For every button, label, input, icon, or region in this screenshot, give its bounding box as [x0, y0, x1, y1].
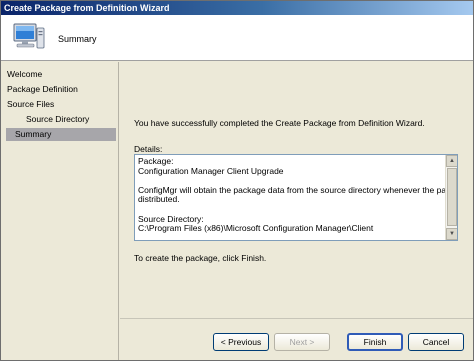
details-label: Details:	[134, 144, 163, 154]
finish-instruction: To create the package, click Finish.	[134, 253, 267, 263]
completion-message: You have successfully completed the Crea…	[134, 118, 425, 128]
title-bar[interactable]: Create Package from Definition Wizard	[1, 1, 473, 15]
wizard-step-nav: Welcome Package Definition Source Files …	[1, 62, 119, 360]
details-textbox[interactable]: Package: Configuration Manager Client Up…	[134, 154, 458, 241]
nav-item-source-files[interactable]: Source Files	[7, 98, 117, 111]
computer-icon	[13, 23, 45, 49]
wizard-header: Summary	[1, 15, 473, 61]
nav-item-summary[interactable]: Summary	[6, 128, 116, 141]
details-distribution-note-cont: distributed.	[138, 194, 180, 205]
scrollbar-thumb[interactable]	[447, 168, 457, 226]
cancel-button[interactable]: Cancel	[408, 333, 464, 351]
wizard-window: Create Package from Definition Wizard Su…	[0, 0, 474, 361]
scroll-up-arrow-icon[interactable]: ▲	[446, 155, 457, 167]
nav-item-package-definition[interactable]: Package Definition	[7, 83, 117, 96]
next-button[interactable]: Next >	[274, 333, 330, 351]
summary-panel: You have successfully completed the Crea…	[120, 62, 473, 318]
finish-button[interactable]: Finish	[347, 333, 403, 351]
details-distribution-note: ConfigMgr will obtain the package data f…	[138, 184, 458, 195]
details-package-name: Configuration Manager Client Upgrade	[138, 165, 284, 176]
page-title: Summary	[58, 34, 97, 44]
window-title: Create Package from Definition Wizard	[4, 3, 170, 13]
scroll-down-arrow-icon[interactable]: ▼	[446, 228, 457, 240]
wizard-footer: < Previous Next > Finish Cancel	[120, 318, 473, 360]
nav-item-welcome[interactable]: Welcome	[7, 68, 117, 81]
previous-button[interactable]: < Previous	[213, 333, 269, 351]
details-scrollbar[interactable]: ▲ ▼	[445, 155, 457, 240]
details-text: Package: Configuration Manager Client Up…	[138, 156, 458, 234]
nav-item-source-directory[interactable]: Source Directory	[7, 113, 117, 126]
details-source-directory-path: C:\Program Files (x86)\Microsoft Configu…	[138, 223, 374, 234]
